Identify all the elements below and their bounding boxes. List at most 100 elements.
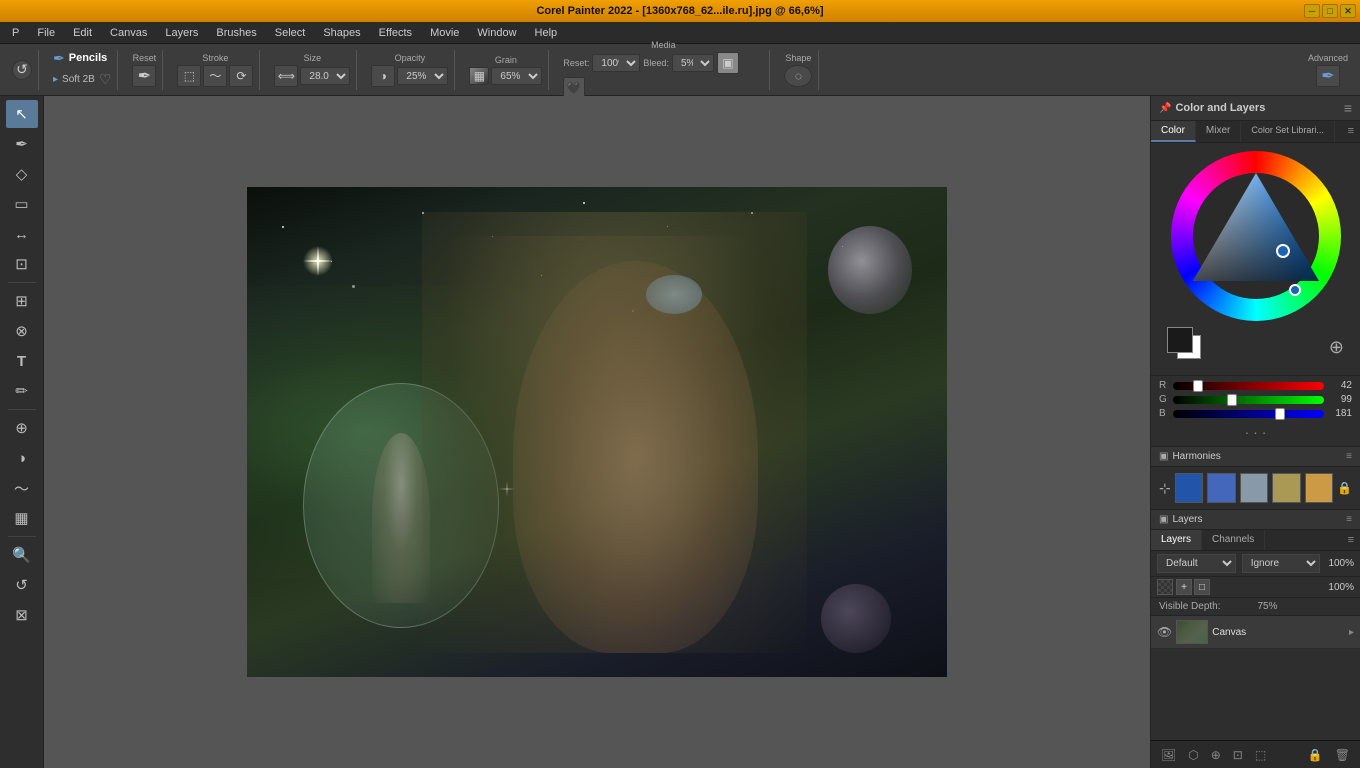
tab-channels[interactable]: Channels: [1202, 530, 1265, 550]
layers-menu-icon[interactable]: ≡: [1346, 514, 1352, 525]
bottom-icon-5[interactable]: ⬚: [1251, 746, 1270, 764]
bottom-icon-trash[interactable]: 🗑: [1331, 746, 1354, 764]
tool-zoom[interactable]: 🔍: [6, 541, 38, 569]
canvas-layer-row[interactable]: 👁 Canvas ▸: [1151, 616, 1360, 649]
bottom-icon-2[interactable]: ⬡: [1184, 746, 1202, 764]
stroke-btn-2[interactable]: 〜: [203, 65, 227, 87]
close-button[interactable]: ✕: [1340, 4, 1356, 18]
tool-pen[interactable]: ✏: [6, 377, 38, 405]
menu-movie[interactable]: Movie: [422, 25, 467, 41]
harmonies-content: ⊹ 🔒: [1151, 467, 1360, 509]
blend-mode-select[interactable]: Default: [1157, 554, 1236, 573]
menu-brushes[interactable]: Brushes: [208, 25, 264, 41]
canvas-area[interactable]: [44, 96, 1150, 768]
menu-window[interactable]: Window: [469, 25, 524, 41]
stroke-btn-1[interactable]: ⬚: [177, 65, 201, 87]
layer-visibility-toggle[interactable]: 👁: [1157, 625, 1172, 639]
harmony-swatch-1[interactable]: [1175, 473, 1203, 503]
menu-canvas[interactable]: Canvas: [102, 25, 155, 41]
tool-paint[interactable]: ✒: [6, 130, 38, 158]
r-slider-track[interactable]: [1173, 382, 1324, 390]
composite-select[interactable]: Ignore: [1242, 554, 1321, 573]
bottom-icon-1[interactable]: 🖼: [1157, 746, 1180, 764]
grain-icon: ▦: [469, 67, 489, 85]
tool-warp[interactable]: 〜: [6, 474, 38, 502]
harmony-eyedropper[interactable]: ⊹: [1159, 480, 1171, 497]
b-thumb[interactable]: [1275, 408, 1285, 420]
layers-tab-menu[interactable]: ≡: [1342, 530, 1360, 550]
bottom-icon-6[interactable]: 🔒: [1304, 746, 1327, 764]
color-tab-menu[interactable]: ≡: [1342, 121, 1360, 142]
tool-lasso[interactable]: ⊗: [6, 317, 38, 345]
minimize-button[interactable]: ─: [1304, 4, 1320, 18]
layer-group-btn[interactable]: □: [1194, 579, 1210, 595]
tool-fill[interactable]: ▦: [6, 504, 38, 532]
g-slider-track[interactable]: [1173, 396, 1324, 404]
reset-pct-select[interactable]: 100%: [592, 54, 640, 72]
tool-shape[interactable]: ◇: [6, 160, 38, 188]
b-slider-track[interactable]: [1173, 410, 1324, 418]
menu-help[interactable]: Help: [527, 25, 566, 41]
bottom-icon-4[interactable]: ⊡: [1229, 746, 1247, 764]
tool-eraser[interactable]: ⊡: [6, 250, 38, 278]
menu-file[interactable]: File: [29, 25, 63, 41]
tool-rotate[interactable]: ↺: [6, 571, 38, 599]
layers-controls: Default Ignore 100%: [1151, 551, 1360, 577]
grain-select[interactable]: 65%: [491, 67, 542, 85]
menu-layers[interactable]: Layers: [157, 25, 206, 41]
ring-indicator[interactable]: [1289, 284, 1301, 296]
menu-shapes[interactable]: Shapes: [315, 25, 368, 41]
tab-layers[interactable]: Layers: [1151, 530, 1202, 550]
fg-swatch[interactable]: [1167, 327, 1193, 353]
visible-depth-row: Visible Depth: 75%: [1151, 598, 1360, 616]
tab-color[interactable]: Color: [1151, 121, 1196, 142]
favorite-icon[interactable]: ♡: [99, 71, 112, 88]
color-triangle-svg: [1171, 151, 1341, 321]
harmonies-menu-icon[interactable]: ≡: [1346, 451, 1352, 462]
advanced-icon[interactable]: ✒: [1316, 65, 1340, 87]
harmony-swatch-5[interactable]: [1305, 473, 1333, 503]
tool-burn[interactable]: ◑: [6, 444, 38, 472]
menu-p[interactable]: P: [4, 25, 27, 41]
restore-button[interactable]: □: [1322, 4, 1338, 18]
shape-icon[interactable]: ◌: [784, 65, 812, 87]
size-select[interactable]: 28.0: [300, 67, 350, 85]
media-icon-1[interactable]: ▣: [717, 52, 739, 74]
tool-crop[interactable]: ⊞: [6, 287, 38, 315]
main-area: ↖ ✒ ◇ ▭ ↔ ⊡ ⊞ ⊗ T ✏ ⊕ ◑ 〜 ▦ 🔍 ↺ ⊠: [0, 96, 1360, 768]
menu-effects[interactable]: Effects: [371, 25, 420, 41]
harmony-swatch-4[interactable]: [1272, 473, 1300, 503]
opacity-select[interactable]: 25%: [397, 67, 448, 85]
new-layer-btn[interactable]: +: [1176, 579, 1192, 595]
bleed-label: Bleed:: [643, 58, 669, 68]
tool-rectangle[interactable]: ▭: [6, 190, 38, 218]
tool-navigator[interactable]: ⊠: [6, 601, 38, 629]
menu-edit[interactable]: Edit: [65, 25, 100, 41]
reset-button[interactable]: ✒: [132, 65, 156, 87]
tool-clone[interactable]: ⊕: [6, 414, 38, 442]
harmony-lock-icon[interactable]: 🔒: [1337, 481, 1352, 495]
tool-selector[interactable]: ↖: [6, 100, 38, 128]
r-slider-row: R 42: [1159, 380, 1352, 391]
layer-expand-icon[interactable]: ▸: [1349, 627, 1354, 638]
tool-text[interactable]: T: [6, 347, 38, 375]
tool-transform[interactable]: ↔: [6, 220, 38, 248]
tab-color-set[interactable]: Color Set Librari...: [1241, 121, 1335, 142]
color-add-btn[interactable]: ⊕: [1329, 337, 1344, 358]
stroke-btn-3[interactable]: ⟳: [229, 65, 253, 87]
panel-menu-icon[interactable]: ≡: [1344, 100, 1352, 116]
layers-expand-icon[interactable]: ▣: [1159, 514, 1168, 525]
harmony-swatch-3[interactable]: [1240, 473, 1268, 503]
back-button[interactable]: ↺: [12, 60, 32, 80]
bottom-icon-3[interactable]: ⊕: [1207, 746, 1225, 764]
color-wheel-container[interactable]: [1171, 151, 1341, 321]
tab-mixer[interactable]: Mixer: [1196, 121, 1241, 142]
harmonies-expand-icon[interactable]: ▣: [1159, 451, 1168, 462]
menu-select[interactable]: Select: [267, 25, 314, 41]
harmony-swatch-2[interactable]: [1207, 473, 1235, 503]
r-thumb[interactable]: [1193, 380, 1203, 392]
opacity-section: Opacity ◑ 25%: [365, 50, 455, 90]
g-thumb[interactable]: [1227, 394, 1237, 406]
tool-separator-3: [8, 536, 36, 537]
bleed-select[interactable]: 5%: [672, 54, 714, 72]
